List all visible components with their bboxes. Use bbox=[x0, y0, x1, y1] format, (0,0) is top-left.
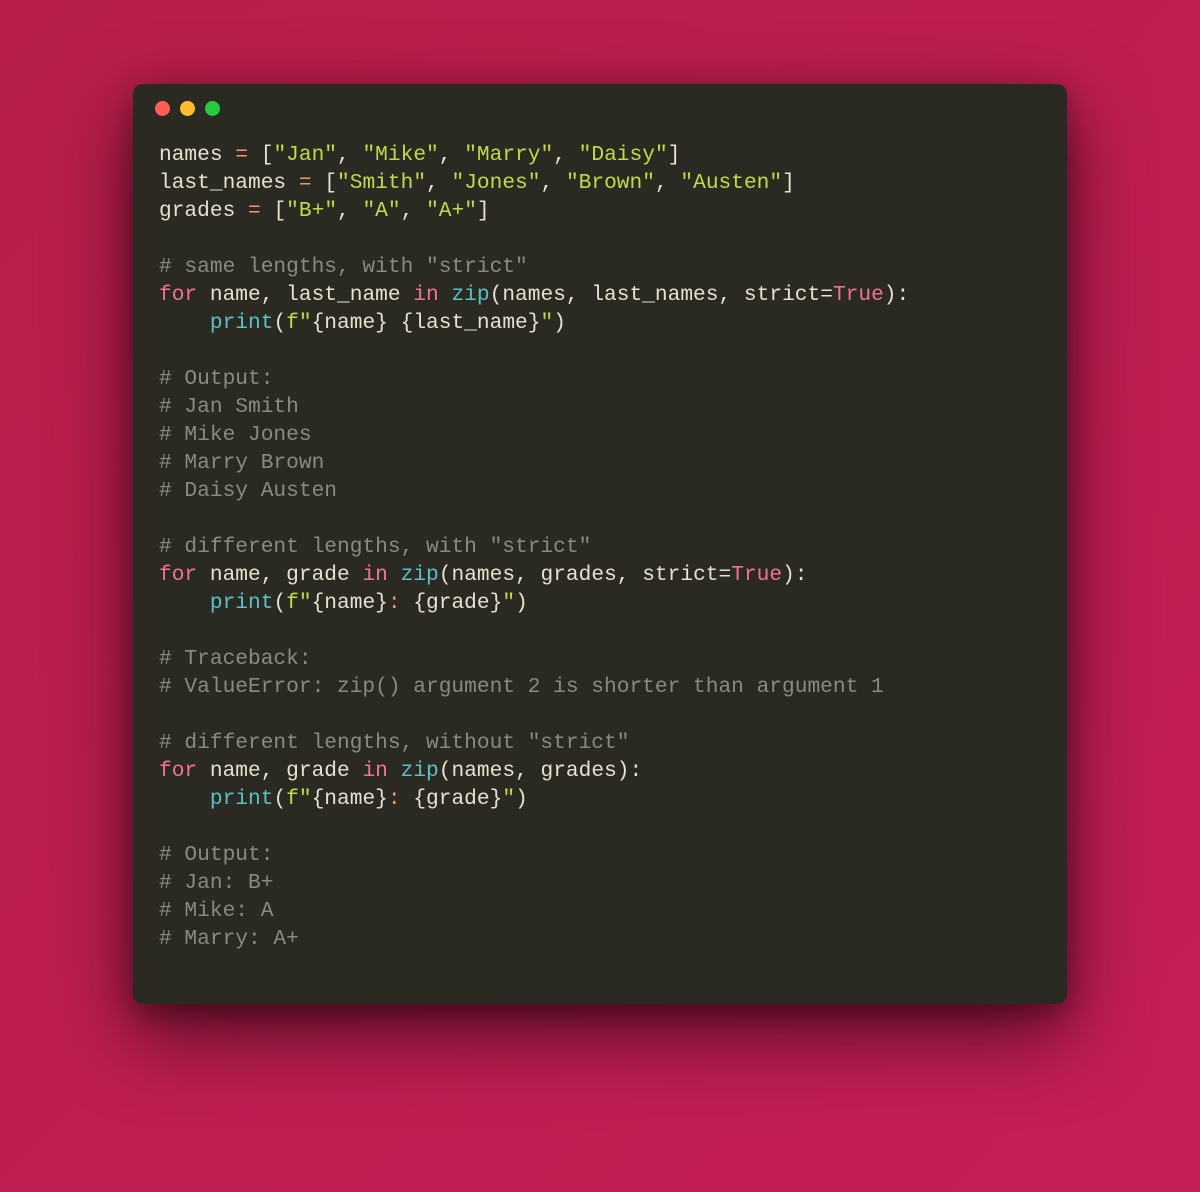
code-comment: # Traceback: bbox=[159, 647, 312, 671]
code-line: last_names = ["Smith", "Jones", "Brown",… bbox=[159, 171, 795, 195]
code-line: for name, last_name in zip(names, last_n… bbox=[159, 283, 909, 307]
code-comment: # different lengths, with "strict" bbox=[159, 535, 591, 559]
code-comment: # ValueError: zip() argument 2 is shorte… bbox=[159, 675, 884, 699]
window-titlebar bbox=[133, 84, 1067, 132]
code-line: for name, grade in zip(names, grades): bbox=[159, 759, 642, 783]
code-comment: # same lengths, with "strict" bbox=[159, 255, 528, 279]
code-comment: # Marry: A+ bbox=[159, 927, 299, 951]
code-comment: # Mike Jones bbox=[159, 423, 312, 447]
code-comment: # Jan: B+ bbox=[159, 871, 273, 895]
code-line: print(f"{name}: {grade}") bbox=[159, 591, 528, 615]
code-comment: # Jan Smith bbox=[159, 395, 299, 419]
code-comment: # Output: bbox=[159, 367, 273, 391]
stage: names = ["Jan", "Mike", "Marry", "Daisy"… bbox=[0, 0, 1200, 1192]
code-comment: # Output: bbox=[159, 843, 273, 867]
code-comment: # Marry Brown bbox=[159, 451, 324, 475]
close-icon[interactable] bbox=[155, 101, 170, 116]
code-line: print(f"{name}: {grade}") bbox=[159, 787, 528, 811]
code-line: for name, grade in zip(names, grades, st… bbox=[159, 563, 808, 587]
minimize-icon[interactable] bbox=[180, 101, 195, 116]
code-block: names = ["Jan", "Mike", "Marry", "Daisy"… bbox=[133, 132, 1067, 974]
code-comment: # Mike: A bbox=[159, 899, 273, 923]
code-window: names = ["Jan", "Mike", "Marry", "Daisy"… bbox=[133, 84, 1067, 1004]
maximize-icon[interactable] bbox=[205, 101, 220, 116]
code-line: grades = ["B+", "A", "A+"] bbox=[159, 199, 490, 223]
code-comment: # Daisy Austen bbox=[159, 479, 337, 503]
code-line: print(f"{name} {last_name}") bbox=[159, 311, 566, 335]
code-comment: # different lengths, without "strict" bbox=[159, 731, 629, 755]
code-line: names = ["Jan", "Mike", "Marry", "Daisy"… bbox=[159, 143, 680, 167]
